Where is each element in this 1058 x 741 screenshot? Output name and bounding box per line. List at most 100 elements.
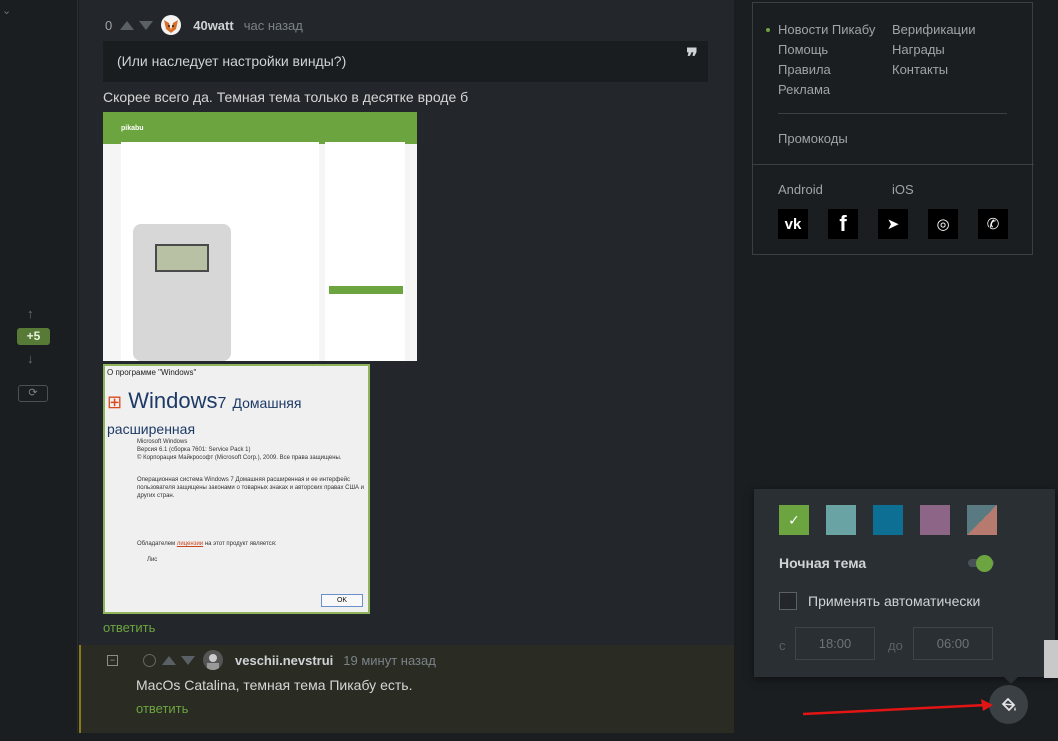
footer-link-verification[interactable]: Верификации (892, 20, 1002, 40)
android-link[interactable]: Android (778, 182, 823, 197)
left-rail: ⌄ ↑ +5 ↓ ⟳ (0, 0, 78, 741)
paint-bucket-icon (1001, 697, 1016, 711)
bottom-edge (0, 733, 1058, 741)
windows-brand: Windows (128, 388, 218, 413)
theme-settings-popup: ✓ Ночная тема Применять автоматически с … (754, 489, 1055, 677)
footer-link-news[interactable]: Новости Пикабу (766, 20, 888, 40)
footer-link-promocodes[interactable]: Промокоды (778, 131, 848, 146)
embedded-image-winver[interactable]: О программе "Windows" ⊞ Windows7 Домашня… (103, 364, 370, 614)
comment-score: 0 (105, 17, 113, 33)
footer-links-col1: Новости Пикабу Помощь Правила Реклама (766, 20, 888, 100)
fox-avatar-icon (164, 20, 179, 33)
telegram-icon[interactable]: ➤ (878, 209, 908, 239)
color-swatches: ✓ (779, 505, 997, 535)
swatch-blue[interactable] (873, 505, 903, 535)
collapse-thread-button[interactable]: − (107, 654, 118, 666)
dialog-ok-button: OK (321, 594, 363, 607)
to-label: до (888, 638, 903, 653)
dialog-owner-prefix: Обладателем (137, 541, 177, 547)
quote-block: (Или наследует настройки винды?) ❞ (103, 41, 708, 82)
social-links: vk f ➤ ◎ ✆ (778, 209, 1008, 239)
auto-apply-checkbox[interactable] (779, 592, 797, 610)
avatar[interactable] (203, 650, 223, 670)
downvote-icon[interactable] (181, 655, 195, 665)
dialog-line: © Корпорация Майкрософт (Microsoft Corp.… (137, 455, 342, 461)
auto-apply-label: Применять автоматически (808, 593, 981, 609)
comments-column: 0 40watt час назад (Или наследует настро… (79, 0, 734, 741)
clock-icon (143, 653, 156, 667)
news-dot-icon (766, 28, 770, 32)
dialog-line: Операционная система Windows 7 Домашняя … (137, 477, 365, 499)
comment-header: 0 40watt час назад (105, 15, 303, 35)
vk-icon[interactable]: vk (778, 209, 808, 239)
comment-text: Скорее всего да. Темная тема только в де… (103, 89, 469, 105)
footer-link-label: Новости Пикабу (778, 22, 876, 37)
quote-icon: ❞ (686, 44, 698, 70)
dialog-title: О программе "Windows" (107, 368, 197, 377)
swatch-teal[interactable] (826, 505, 856, 535)
quote-text: (Или наследует настройки винды?) (117, 53, 347, 69)
dialog-license-link: лицензии (176, 541, 204, 547)
user-avatar-icon (207, 654, 219, 670)
rail-downvote-icon[interactable]: ↓ (27, 351, 34, 366)
reply-link[interactable]: ответить (103, 620, 155, 635)
from-time-input[interactable]: 18:00 (795, 627, 875, 660)
rail-upvote-icon[interactable]: ↑ (27, 306, 34, 321)
wattmeter-screen (155, 244, 209, 272)
to-time-input[interactable]: 06:00 (913, 627, 993, 660)
footer-link-contacts[interactable]: Контакты (892, 60, 1002, 80)
dialog-owner-line: Обладателем лицензии на этот продукт явл… (137, 540, 367, 548)
reply-link[interactable]: ответить (136, 701, 188, 716)
comment-time[interactable]: час назад (244, 18, 303, 33)
pikabu-header-bar (103, 112, 417, 144)
rail-score-badge: +5 (17, 328, 50, 345)
refresh-icon[interactable]: ⟳ (18, 385, 48, 402)
dialog-owner-suffix: на этот продукт является: (203, 541, 277, 547)
avatar[interactable] (161, 15, 182, 35)
footer-links-col2: Верификации Награды Контакты (892, 20, 1002, 80)
sub-comment: − veschii.nevstrui 19 минут назад MacOs … (79, 645, 734, 741)
footer-links-panel: Новости Пикабу Помощь Правила Реклама Ве… (752, 2, 1034, 255)
pikabu-add-post-button (329, 286, 403, 294)
check-icon: ✓ (788, 511, 800, 528)
collapse-chevron-icon[interactable]: ⌄ (2, 4, 11, 17)
popup-tail (1003, 676, 1019, 684)
footer-link-rules[interactable]: Правила (778, 60, 888, 80)
ios-link[interactable]: iOS (892, 182, 914, 197)
embedded-image-pikabu[interactable]: pikabu (103, 112, 417, 361)
wattmeter-photo (133, 224, 231, 361)
swatch-green[interactable]: ✓ (779, 505, 809, 535)
footer-link-help[interactable]: Помощь (778, 40, 888, 60)
swatch-mixed[interactable] (967, 505, 997, 535)
dialog-line: Microsoft Windows (137, 439, 188, 445)
sub-comment-header: − veschii.nevstrui 19 минут назад (107, 650, 436, 670)
swatch-purple[interactable] (920, 505, 950, 535)
divider (753, 164, 1034, 165)
divider (778, 113, 1007, 114)
app-links: Android iOS (778, 182, 914, 197)
footer-link-awards[interactable]: Награды (892, 40, 1002, 60)
facebook-icon[interactable]: f (828, 209, 858, 239)
viber-icon[interactable]: ✆ (978, 209, 1008, 239)
red-annotation-arrow (802, 699, 993, 716)
windows-flag-icon: ⊞ (107, 392, 123, 412)
upvote-icon[interactable] (162, 655, 176, 665)
upvote-icon[interactable] (120, 20, 135, 30)
comment-author[interactable]: 40watt (193, 18, 233, 33)
pikabu-sidebar (325, 142, 405, 361)
comment-time[interactable]: 19 минут назад (343, 653, 436, 668)
pikabu-logo: pikabu (121, 125, 144, 132)
windows-version: 7 (217, 395, 227, 412)
footer-link-ads[interactable]: Реклама (778, 80, 888, 100)
from-label: с (779, 638, 786, 653)
dialog-owner: Лис (147, 557, 158, 563)
night-theme-toggle-knob[interactable] (976, 555, 993, 572)
comment-author[interactable]: veschii.nevstrui (235, 653, 333, 668)
windows-logo-text: ⊞ Windows7 Домашняя расширенная (107, 388, 368, 440)
dialog-line: Версия 6.1 (сборка 7601: Service Pack 1) (137, 447, 251, 453)
night-theme-label: Ночная тема (779, 555, 867, 571)
downvote-icon[interactable] (139, 20, 154, 30)
page-scrollbar-thumb[interactable] (1044, 640, 1058, 678)
sub-comment-text: MacOs Catalina, темная тема Пикабу есть. (136, 677, 413, 693)
instagram-icon[interactable]: ◎ (928, 209, 958, 239)
